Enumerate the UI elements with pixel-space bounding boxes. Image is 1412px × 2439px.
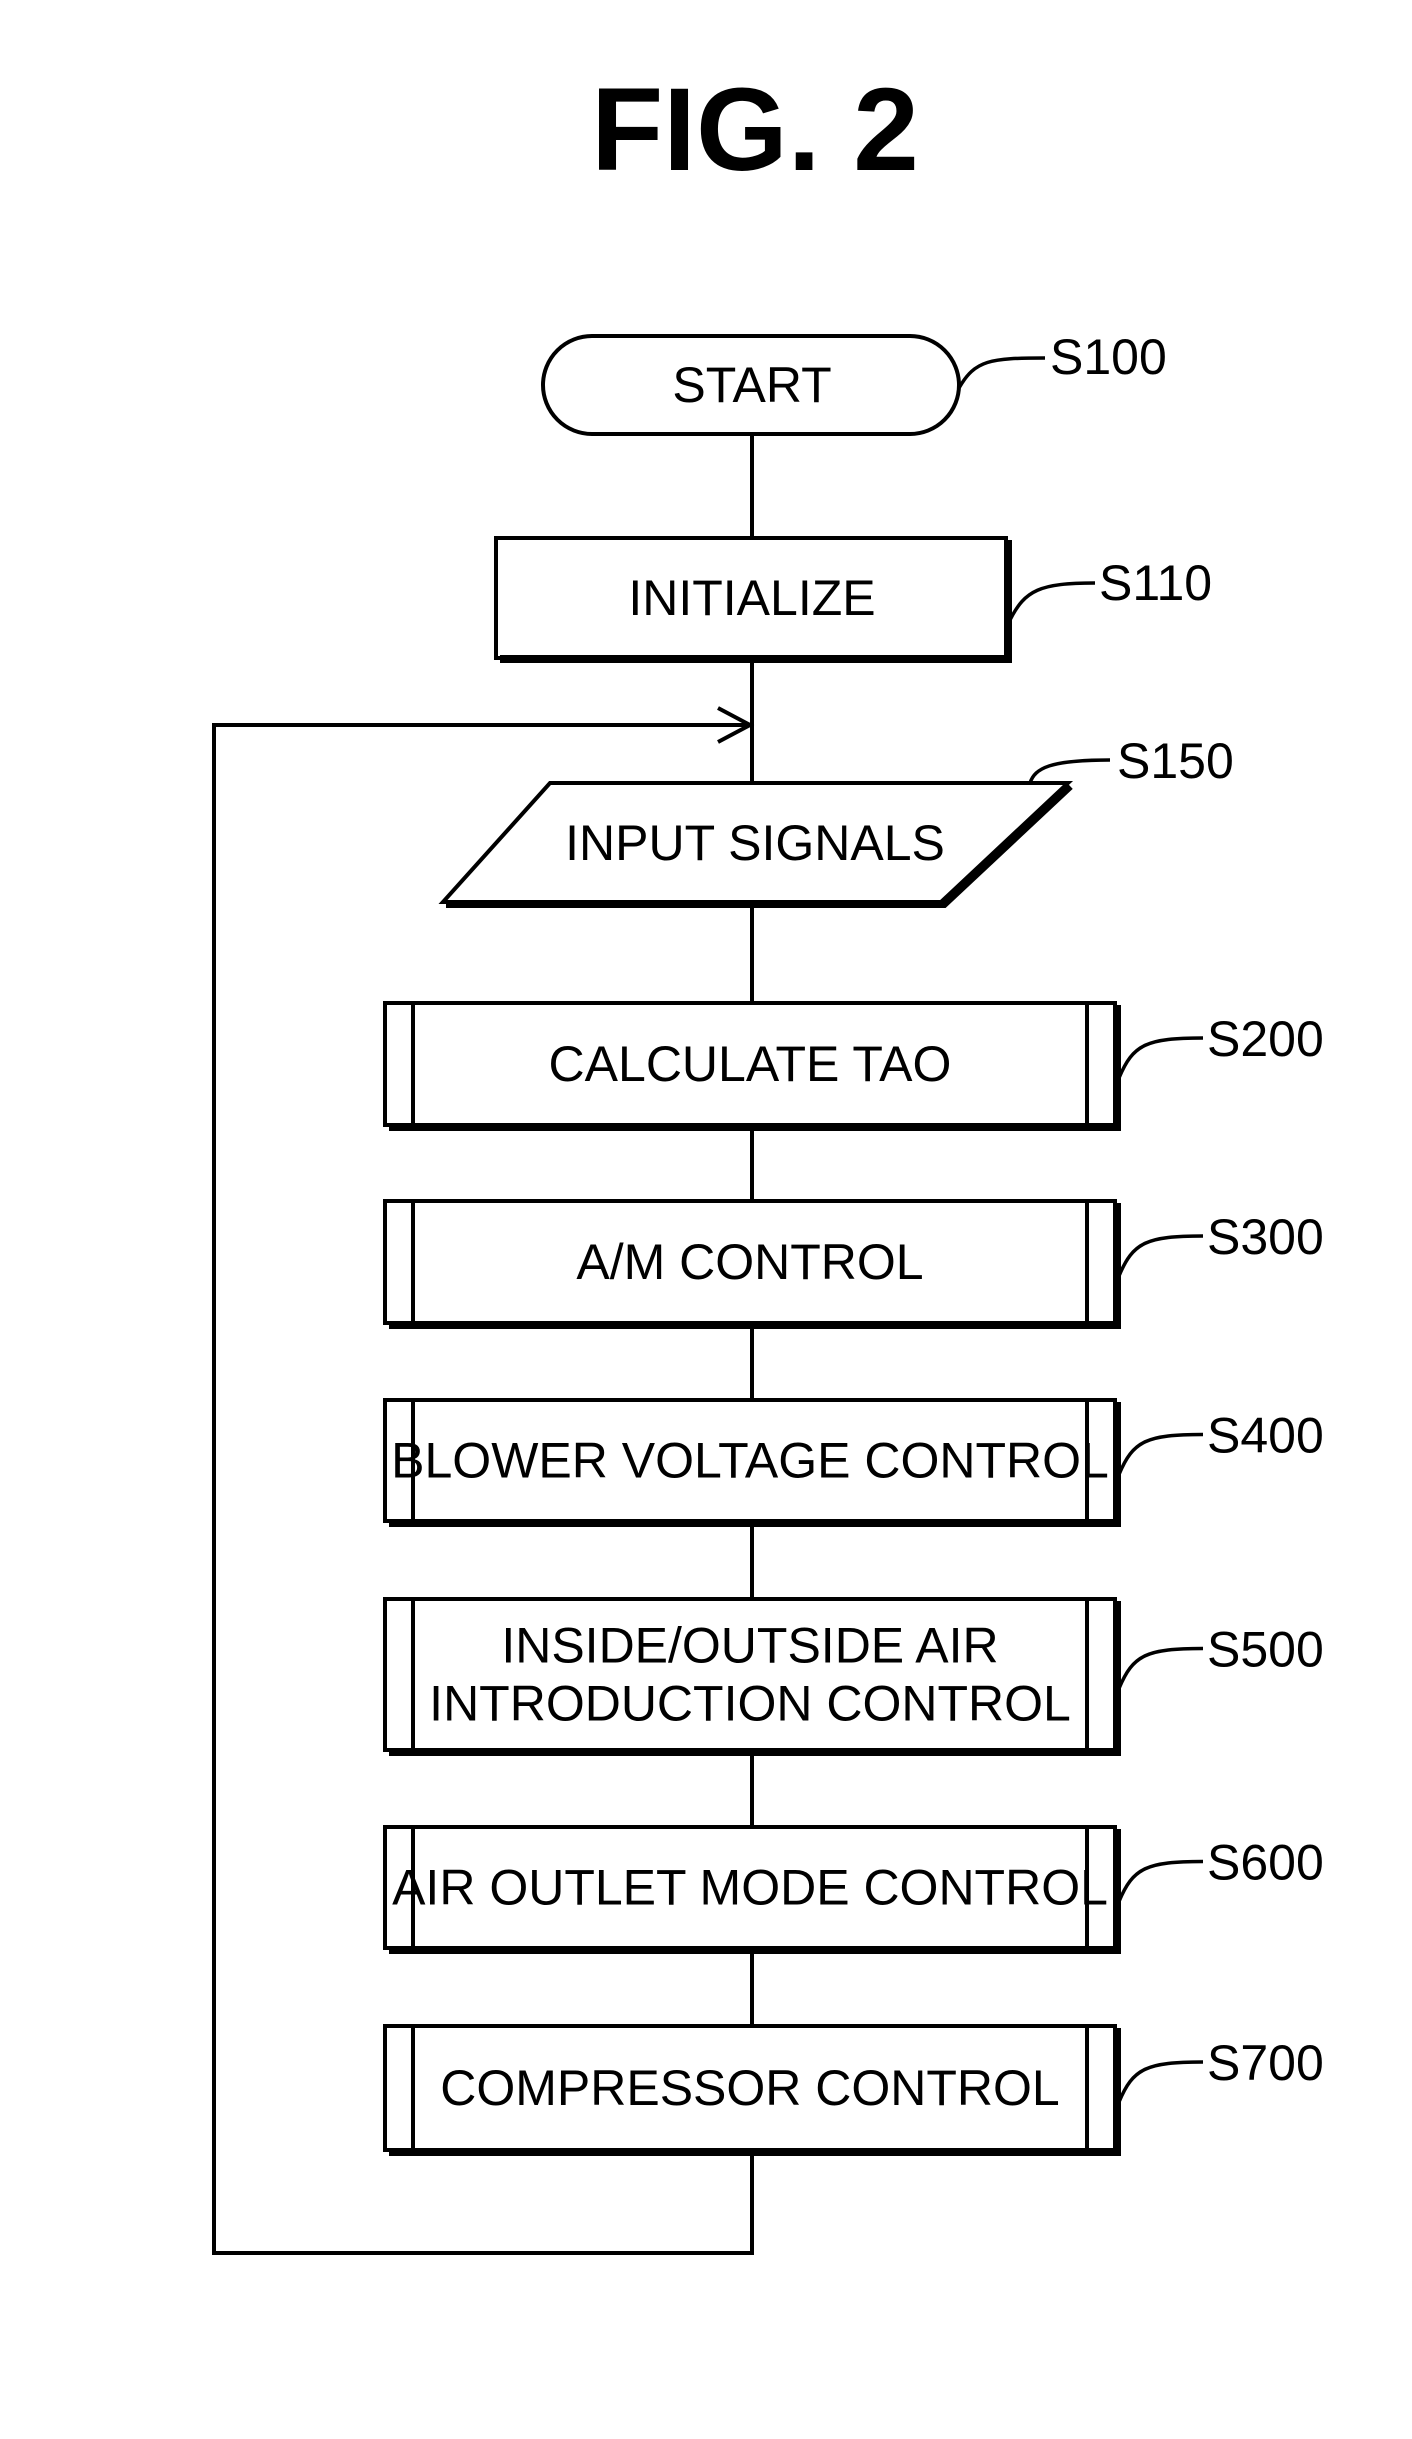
subroutine-s600: AIR OUTLET MODE CONTROL S600 <box>383 1825 1324 1954</box>
start-leader-line <box>957 356 1046 389</box>
input-signals-io: INPUT SIGNALS S150 <box>438 733 1234 908</box>
subroutine-leader-line <box>1117 1859 1204 1903</box>
subroutine-s400: BLOWER VOLTAGE CONTROL S400 <box>383 1398 1324 1527</box>
step-label-s150: S150 <box>1117 733 1234 789</box>
step-label-s500: S500 <box>1207 1622 1324 1678</box>
step-label-s400: S400 <box>1207 1408 1324 1464</box>
step-label-s110: S110 <box>1099 555 1212 611</box>
step-label-s100: S100 <box>1050 329 1167 385</box>
initialize-label: INITIALIZE <box>628 570 875 626</box>
flowchart-figure: FIG. 2 START S100 INITIALIZE S110 INPUT … <box>0 0 1412 2439</box>
step-label-s300: S300 <box>1207 1209 1324 1265</box>
input-leader-line <box>1028 758 1111 784</box>
subroutine-leader-line <box>1117 1036 1204 1079</box>
subroutine-leader-line <box>1117 1234 1204 1277</box>
subroutine-label: BLOWER VOLTAGE CONTROL <box>391 1433 1109 1489</box>
subroutine-label: INSIDE/OUTSIDE AIR <box>501 1618 998 1674</box>
subroutine-label: COMPRESSOR CONTROL <box>440 2060 1060 2116</box>
start-terminator: START S100 <box>541 329 1167 436</box>
subroutine-leader-line <box>1117 2060 1204 2103</box>
subroutine-label: A/M CONTROL <box>576 1234 923 1290</box>
subroutine-label: AIR OUTLET MODE CONTROL <box>392 1860 1108 1916</box>
start-label: START <box>672 357 831 413</box>
step-label-s700: S700 <box>1207 2035 1324 2091</box>
subroutine-s300: A/M CONTROL S300 <box>383 1199 1324 1329</box>
step-label-s600: S600 <box>1207 1835 1324 1891</box>
initialize-process: INITIALIZE S110 <box>494 536 1212 663</box>
flowchart-canvas: FIG. 2 START S100 INITIALIZE S110 INPUT … <box>212 64 1324 2255</box>
subroutine-leader-line <box>1117 1432 1204 1476</box>
subroutine-s500: INSIDE/OUTSIDE AIRINTRODUCTION CONTROL S5… <box>383 1597 1324 1756</box>
initialize-leader-line <box>1008 581 1096 621</box>
subroutine-leader-line <box>1117 1646 1204 1690</box>
subroutine-s700: COMPRESSOR CONTROL S700 <box>383 2024 1324 2156</box>
subroutine-label: CALCULATE TAO <box>549 1036 952 1092</box>
subroutine-s200: CALCULATE TAO S200 <box>383 1001 1324 1131</box>
subroutine-label: INTRODUCTION CONTROL <box>429 1676 1071 1732</box>
step-label-s200: S200 <box>1207 1011 1324 1067</box>
subroutine-boxes: CALCULATE TAO S200 A/M CONTROL S300 BLOWER V… <box>383 1001 1324 2156</box>
input-signals-label: INPUT SIGNALS <box>565 815 945 871</box>
figure-title: FIG. 2 <box>591 64 919 196</box>
